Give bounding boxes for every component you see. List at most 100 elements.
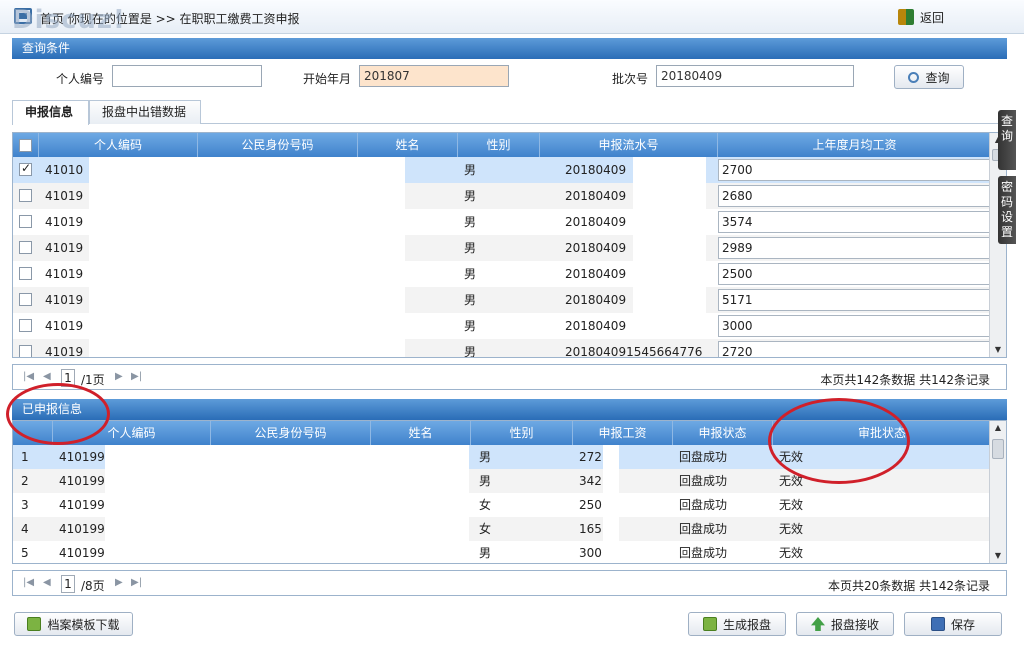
approval-status-cell: 无效 bbox=[779, 546, 804, 560]
table-row[interactable]: 3 410199 女 250 回盘成功 无效 bbox=[13, 493, 991, 517]
gender-cell: 男 bbox=[464, 189, 477, 203]
redacted-area bbox=[603, 493, 619, 517]
row-index-cell: 3 bbox=[21, 498, 29, 512]
row-checkbox[interactable] bbox=[19, 215, 32, 228]
tab-error-data[interactable]: 报盘中出错数据 bbox=[89, 100, 201, 124]
table-row[interactable]: 41019 男 20180409 2680 bbox=[13, 183, 991, 209]
start-month-label: 开始年月 bbox=[303, 72, 352, 86]
excel-icon bbox=[27, 617, 42, 631]
scroll-thumb[interactable] bbox=[992, 439, 1004, 459]
side-tab-search[interactable]: 查询 bbox=[998, 110, 1016, 170]
redacted-area bbox=[633, 287, 706, 313]
row-index-cell: 2 bbox=[21, 474, 29, 488]
back-button[interactable]: 返回 bbox=[898, 8, 944, 26]
generate-button[interactable]: 生成报盘 bbox=[688, 612, 786, 636]
total-pages: /1页 bbox=[81, 373, 105, 387]
col-last-year-salary[interactable]: 上年度月均工资 bbox=[718, 133, 991, 157]
col-gender[interactable]: 性别 bbox=[471, 421, 573, 445]
gender-cell: 男 bbox=[464, 267, 477, 281]
col-citizen-id[interactable]: 公民身份号码 bbox=[211, 421, 371, 445]
table-row[interactable]: 4 410199 女 165 回盘成功 无效 bbox=[13, 517, 991, 541]
row-index-cell: 4 bbox=[21, 522, 29, 536]
row-checkbox[interactable] bbox=[19, 293, 32, 306]
batch-label: 批次号 bbox=[612, 72, 649, 86]
table-row[interactable]: 41019 男 20180409 3000 bbox=[13, 313, 991, 339]
watermark: Discuz! bbox=[12, 5, 126, 35]
query-panel-header: 查询条件 bbox=[12, 38, 1007, 59]
side-tab-search-label: 查询 bbox=[1000, 114, 1013, 143]
row-checkbox[interactable] bbox=[19, 267, 32, 280]
salary-input[interactable]: 5171 bbox=[718, 289, 990, 311]
salary-input[interactable]: 2680 bbox=[718, 185, 990, 207]
salary-input[interactable]: 2500 bbox=[718, 263, 990, 285]
personal-id-input[interactable] bbox=[112, 65, 262, 87]
first-page-icon[interactable]: |◀ bbox=[23, 577, 34, 588]
page-number-input[interactable]: 1 bbox=[61, 575, 75, 593]
annotation-circle-declared bbox=[6, 383, 110, 445]
scroll-up-icon[interactable]: ▲ bbox=[990, 421, 1006, 435]
salary-input[interactable]: 3000 bbox=[718, 315, 990, 337]
col-name[interactable]: 姓名 bbox=[358, 133, 458, 157]
select-all-cell bbox=[13, 133, 39, 157]
redacted-area bbox=[105, 469, 469, 493]
redacted-area bbox=[89, 157, 405, 183]
col-name[interactable]: 姓名 bbox=[371, 421, 471, 445]
row-checkbox[interactable] bbox=[19, 189, 32, 202]
tab-declare-info[interactable]: 申报信息 bbox=[12, 100, 89, 125]
salary-input[interactable]: 2700 bbox=[718, 159, 990, 181]
side-tab-password-label: 密码设置 bbox=[1000, 180, 1013, 239]
prev-page-icon[interactable]: ◀ bbox=[43, 577, 51, 588]
row-index-cell: 5 bbox=[21, 546, 29, 560]
declare-status-cell: 回盘成功 bbox=[679, 450, 728, 464]
upload-icon bbox=[810, 617, 825, 631]
salary-input[interactable]: 2720 bbox=[718, 341, 990, 357]
col-gender[interactable]: 性别 bbox=[458, 133, 540, 157]
redacted-area bbox=[89, 313, 405, 339]
row-checkbox[interactable] bbox=[19, 345, 32, 357]
declared-grid-scrollbar[interactable]: ▲ ▼ bbox=[989, 421, 1006, 563]
redacted-area bbox=[633, 235, 706, 261]
col-personal-id[interactable]: 个人编码 bbox=[39, 133, 198, 157]
col-wage[interactable]: 申报工资 bbox=[573, 421, 673, 445]
search-button[interactable]: 查询 bbox=[894, 65, 964, 89]
row-checkbox[interactable] bbox=[19, 319, 32, 332]
salary-input[interactable]: 3574 bbox=[718, 211, 990, 233]
batch-input[interactable] bbox=[656, 65, 854, 87]
next-page-icon[interactable]: ▶ bbox=[115, 577, 123, 588]
last-page-icon[interactable]: ▶| bbox=[131, 371, 142, 382]
gender-cell: 男 bbox=[464, 293, 477, 307]
next-page-icon[interactable]: ▶ bbox=[115, 371, 123, 382]
back-label: 返回 bbox=[920, 10, 945, 25]
redacted-area bbox=[105, 517, 469, 541]
row-checkbox[interactable] bbox=[19, 161, 32, 176]
approval-status-cell: 无效 bbox=[779, 522, 804, 536]
side-tab-password[interactable]: 密码设置 bbox=[998, 176, 1016, 244]
table-row[interactable]: 41019 男 20180409 2989 bbox=[13, 235, 991, 261]
redacted-area bbox=[603, 469, 619, 493]
redacted-area bbox=[89, 287, 405, 313]
col-serial[interactable]: 申报流水号 bbox=[540, 133, 718, 157]
table-row[interactable]: 41010男201804092700 bbox=[13, 157, 991, 183]
salary-input[interactable]: 2989 bbox=[718, 237, 990, 259]
select-all-checkbox[interactable] bbox=[19, 139, 32, 152]
first-page-icon[interactable]: |◀ bbox=[23, 371, 34, 382]
serial-cell: 201804091545664776 bbox=[565, 345, 703, 358]
save-button[interactable]: 保存 bbox=[904, 612, 1002, 636]
row-checkbox[interactable] bbox=[19, 241, 32, 254]
prev-page-icon[interactable]: ◀ bbox=[43, 371, 51, 382]
last-page-icon[interactable]: ▶| bbox=[131, 577, 142, 588]
col-citizen-id[interactable]: 公民身份号码 bbox=[198, 133, 358, 157]
scroll-down-icon[interactable]: ▼ bbox=[990, 343, 1006, 357]
annotation-circle-approval bbox=[768, 398, 910, 484]
table-row[interactable]: 41019 男 201804091545664776 2720 bbox=[13, 339, 991, 358]
table-row[interactable]: 41019 男 20180409 3574 bbox=[13, 209, 991, 235]
download-template-button[interactable]: 档案模板下载 bbox=[14, 612, 133, 636]
table-row[interactable]: 41019 男 20180409 2500 bbox=[13, 261, 991, 287]
table-row[interactable]: 5 410199 男 300 回盘成功 无效 bbox=[13, 541, 991, 563]
col-declare-status[interactable]: 申报状态 bbox=[673, 421, 773, 445]
table-row[interactable]: 41019 男 20180409 5171 bbox=[13, 287, 991, 313]
start-month-input[interactable] bbox=[359, 65, 509, 87]
receive-button[interactable]: 报盘接收 bbox=[796, 612, 894, 636]
gender-cell: 男 bbox=[464, 345, 477, 358]
scroll-down-icon[interactable]: ▼ bbox=[990, 549, 1006, 563]
